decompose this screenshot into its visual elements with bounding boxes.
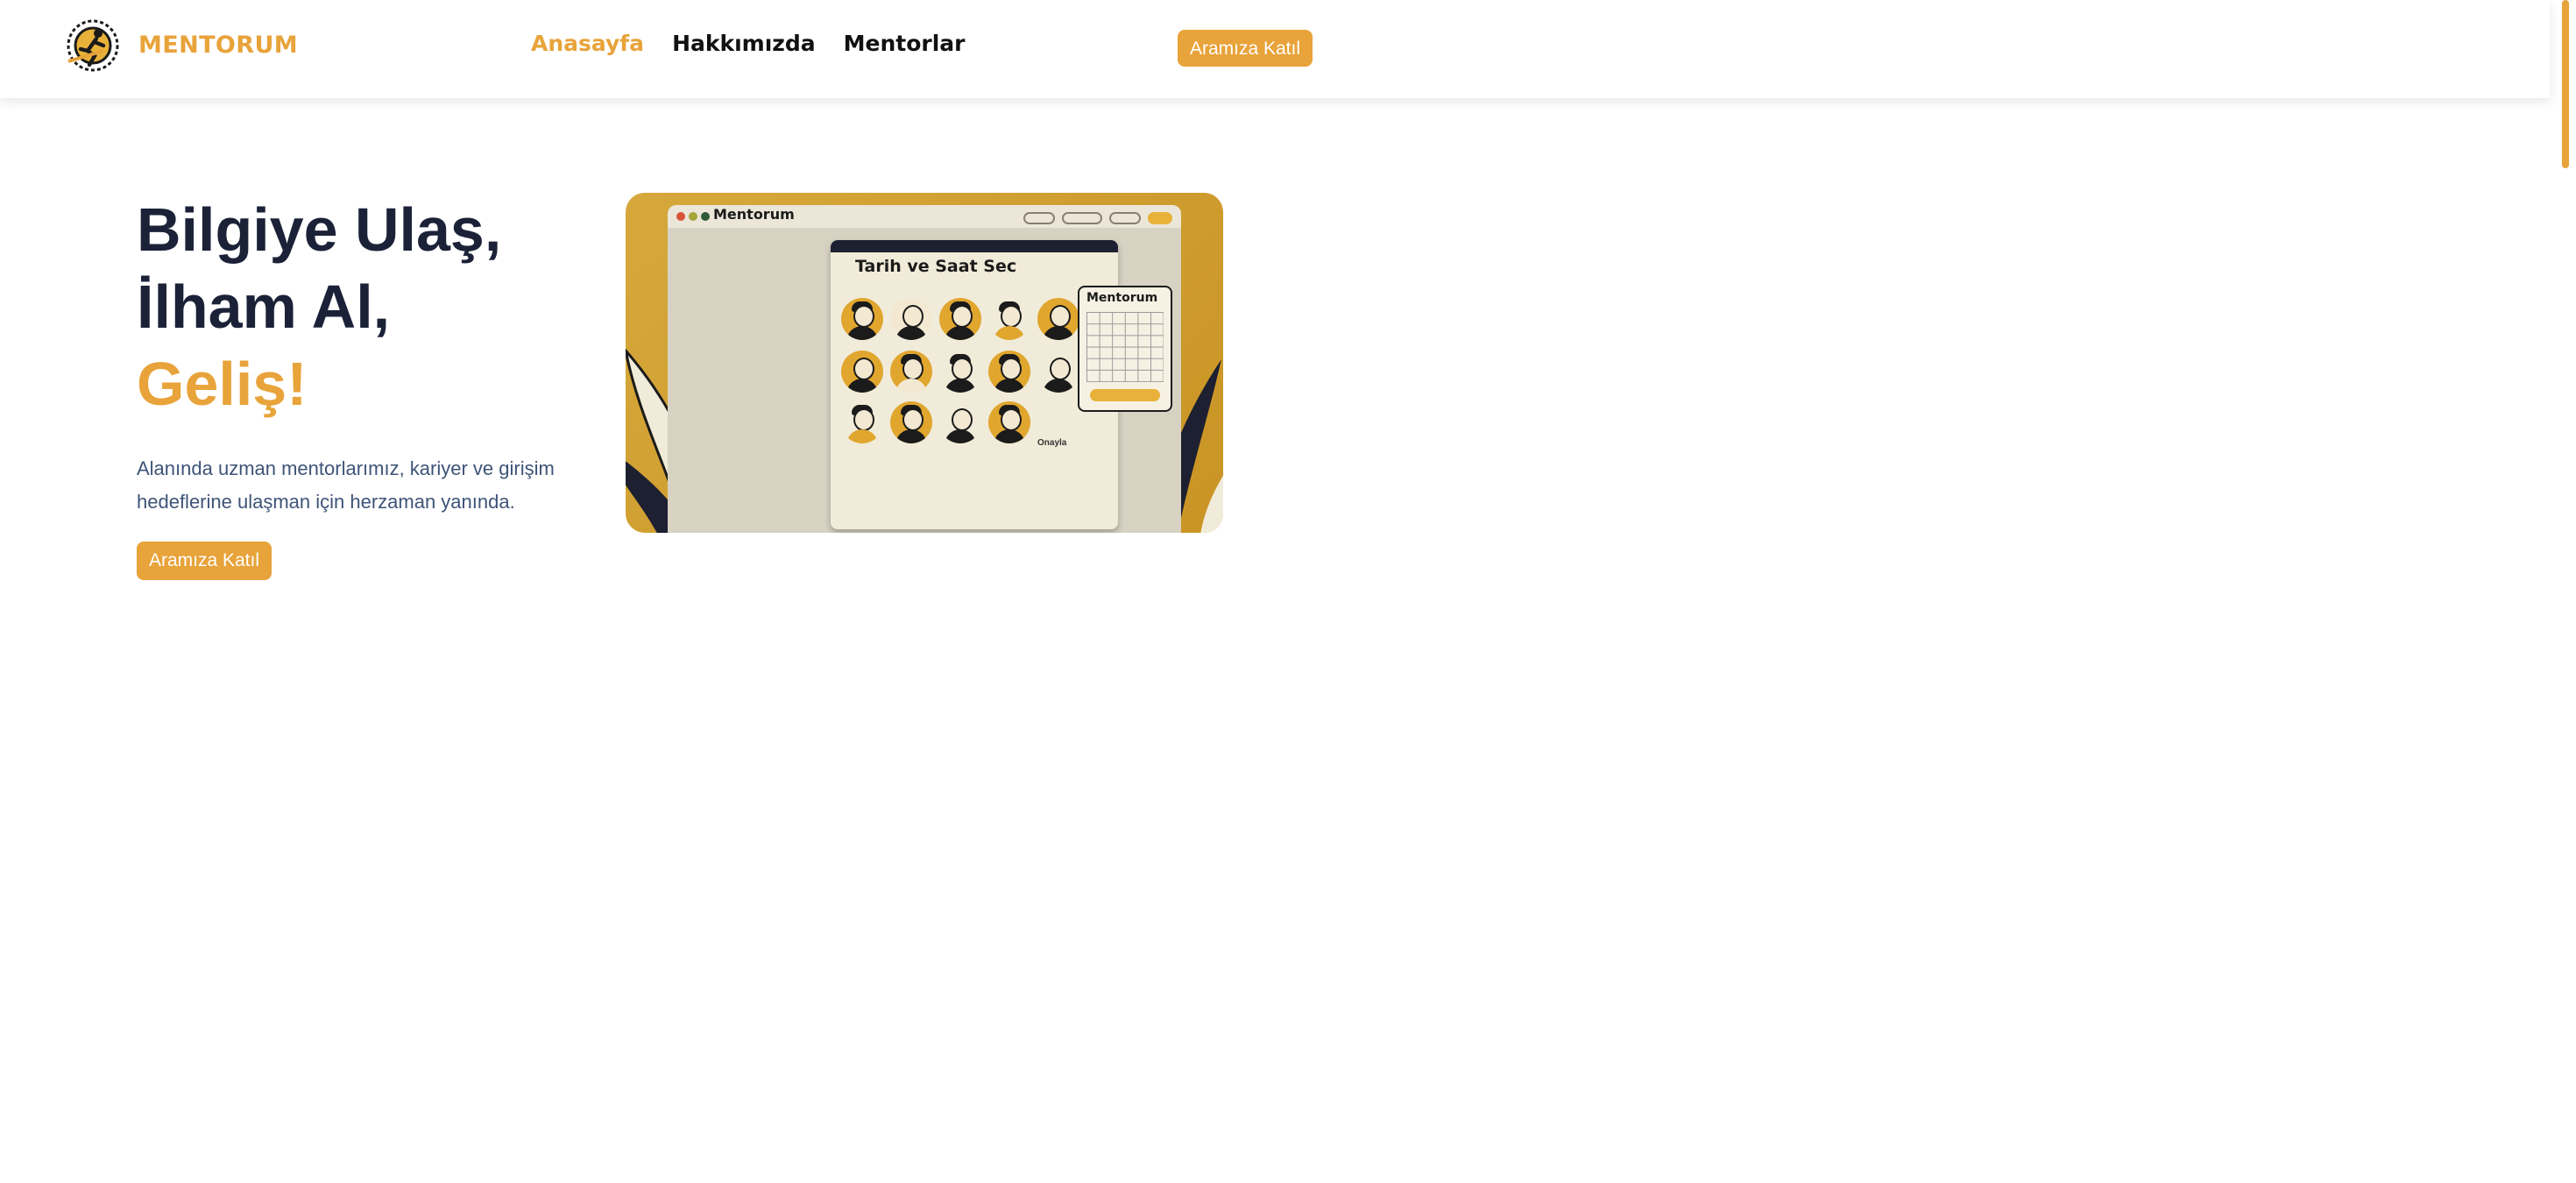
toolbar-pill [1148, 212, 1172, 224]
mentor-avatar [939, 298, 981, 340]
toolbar-pill [1109, 212, 1141, 224]
close-dot-icon [676, 212, 685, 221]
calendar-grid [1086, 312, 1164, 382]
scrollbar-thumb[interactable] [2562, 0, 2569, 168]
calendar-confirm-button [1090, 389, 1160, 401]
mentor-avatar [988, 401, 1030, 443]
hero-title: Bilgiye Ulaş, İlham Al, Geliş! [137, 193, 501, 424]
mentor-avatar [988, 298, 1030, 340]
calendar-widget: Mentorum [1078, 286, 1172, 412]
toolbar-pill [1062, 212, 1102, 224]
nav-link-anasayfa[interactable]: Anasayfa [531, 30, 644, 56]
mentorum-logo-icon[interactable] [61, 12, 124, 79]
mentor-avatar [1037, 351, 1079, 393]
calendar-title: Mentorum [1086, 291, 1158, 305]
panel-title: Tarih ve Saat Sec [855, 258, 1017, 277]
mentor-avatar [841, 298, 883, 340]
confirm-label: Onayla [1037, 438, 1067, 449]
mentor-avatar [939, 401, 981, 443]
maximize-dot-icon [701, 212, 710, 221]
browser-window: Mentorum Tarih ve Saat Sec Onayla Mentor… [668, 205, 1181, 533]
minimize-dot-icon [689, 212, 697, 221]
browser-titlebar: Mentorum [668, 205, 1181, 228]
mentor-avatar [988, 351, 1030, 393]
hero-title-line-3: Geliş! [137, 351, 308, 419]
panel-titlebar [831, 240, 1118, 252]
mentor-avatar [939, 351, 981, 393]
mentor-avatar [890, 351, 932, 393]
join-button-hero[interactable]: Aramıza Katıl [137, 542, 272, 580]
brand-name[interactable]: MENTORUM [138, 32, 298, 60]
site-header: MENTORUM Anasayfa Hakkımızda Mentorlar A… [0, 0, 2550, 98]
nav-link-mentorlar[interactable]: Mentorlar [844, 30, 966, 56]
hero-title-line-2: İlham Al, [137, 273, 391, 342]
mentor-avatar [890, 401, 932, 443]
hero-illustration: Mentorum Tarih ve Saat Sec Onayla Mentor… [626, 193, 1223, 533]
hero-description: Alanında uzman mentorlarımız, kariyer ve… [137, 459, 555, 514]
mentor-avatar [841, 401, 883, 443]
mentor-avatar [1037, 298, 1079, 340]
mentor-avatar [841, 351, 883, 393]
nav-link-hakkimizda[interactable]: Hakkımızda [672, 30, 816, 56]
schedule-panel: Tarih ve Saat Sec Onayla [831, 240, 1118, 529]
main-nav: Anasayfa Hakkımızda Mentorlar [531, 30, 966, 56]
toolbar-pill [1023, 212, 1055, 224]
join-button-header[interactable]: Aramıza Katıl [1178, 30, 1313, 67]
mentor-avatar [890, 298, 932, 340]
hero-title-line-1: Bilgiye Ulaş, [137, 196, 502, 265]
window-title: Mentorum [713, 207, 795, 223]
